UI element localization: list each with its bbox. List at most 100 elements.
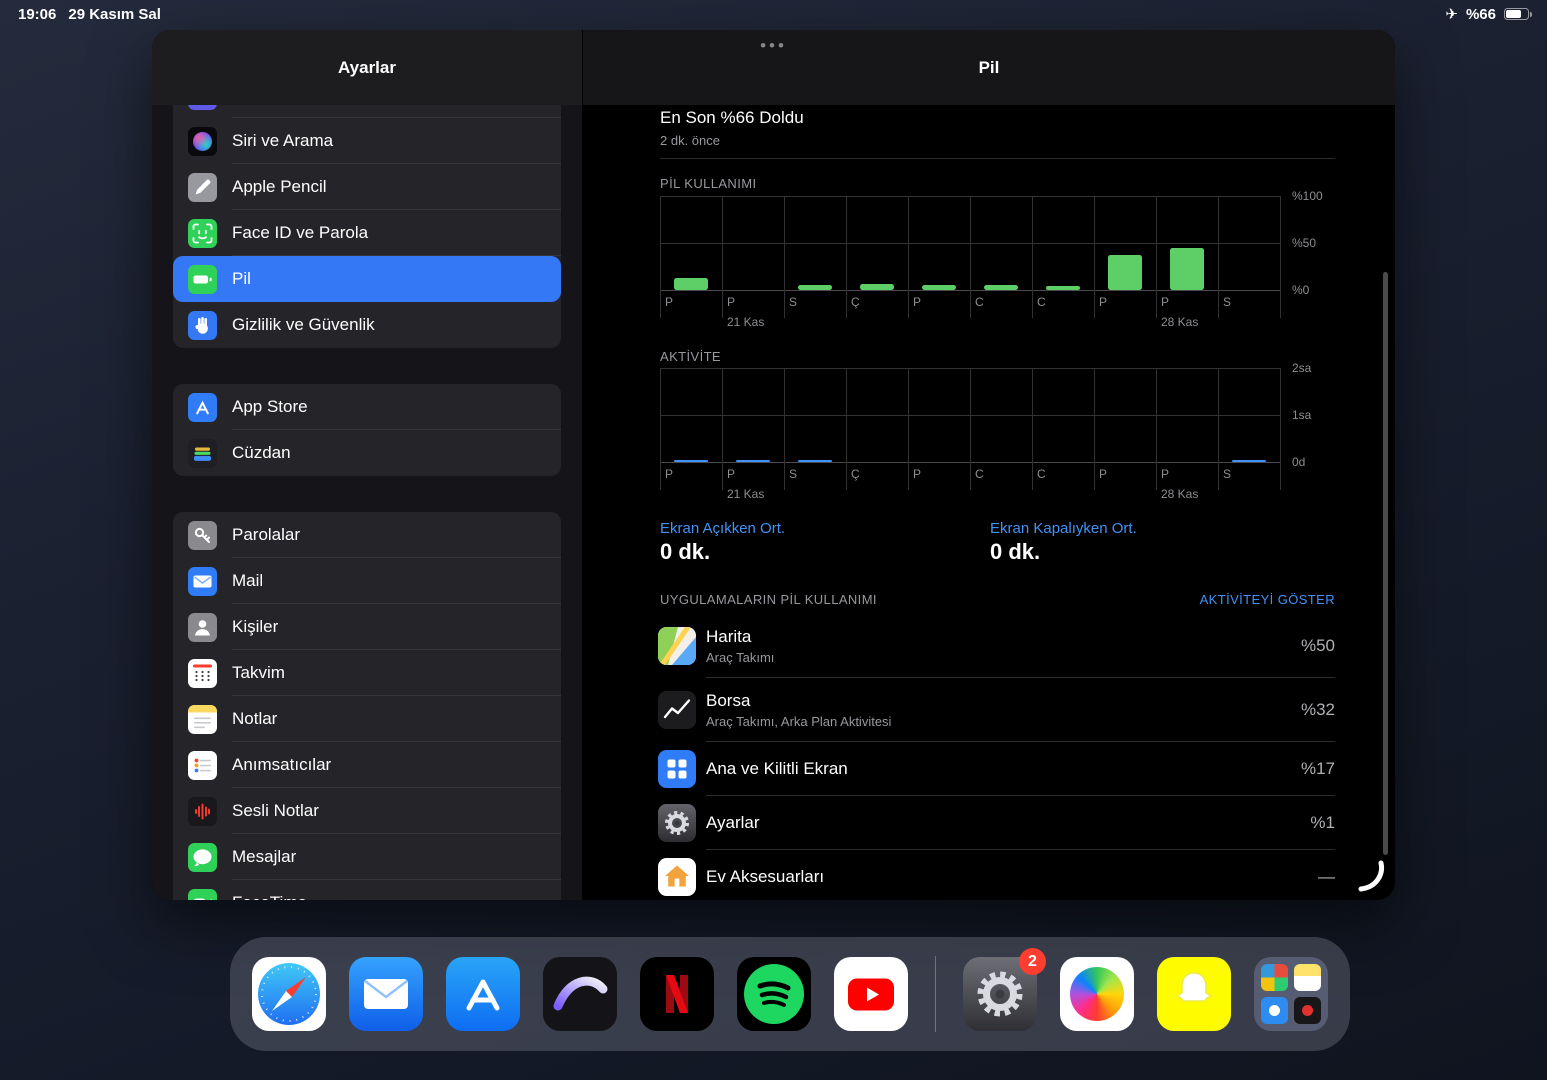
- sidebar-item-label: Cüzdan: [232, 443, 291, 462]
- screen-on-average-value: 0 dk.: [660, 539, 711, 564]
- sidebar-scroll[interactable]: Siri ve Arama Apple Pencil Face ID ve Pa…: [152, 105, 582, 900]
- ipad-screen: 19:06 29 Kasım Sal ✈ %66 ••• Ayarlar Sir…: [0, 0, 1547, 1080]
- sidebar-item-mesajlar[interactable]: Mesajlar: [173, 834, 561, 880]
- stocks-icon: [658, 691, 696, 729]
- sidebar-group-1: Siri ve Arama Apple Pencil Face ID ve Pa…: [173, 105, 561, 348]
- app-name: Ana ve Kilitli Ekran: [706, 759, 848, 778]
- app-detail: Araç Takımı: [706, 650, 775, 665]
- safari-icon[interactable]: [252, 957, 326, 1031]
- sidebar-item-siri-ve-arama[interactable]: Siri ve Arama: [173, 118, 561, 164]
- sidebar-item-gizlilik[interactable]: Gizlilik ve Güvenlik: [173, 302, 561, 348]
- sidebar-item-face-id[interactable]: Face ID ve Parola: [173, 210, 561, 256]
- sidebar-item-parolalar[interactable]: Parolalar: [173, 512, 561, 558]
- battery-usage-chart: P P S Ç P C C P P S 21 Kas 28 Kas %100 %50 %0: [660, 189, 1380, 346]
- sidebar-item-sesli-notlar[interactable]: Sesli Notlar: [173, 788, 561, 834]
- snapchat-icon[interactable]: [1157, 957, 1231, 1031]
- sidebar-item-apple-pencil[interactable]: Apple Pencil: [173, 164, 561, 210]
- youtube-icon[interactable]: [834, 957, 908, 1031]
- messages-icon: [188, 842, 217, 872]
- screen-off-average-value: 0 dk.: [990, 539, 1041, 564]
- app-usage-row-harita[interactable]: Harita Araç Takımı %50: [658, 614, 1335, 678]
- sidebar-item-kisiler[interactable]: Kişiler: [173, 604, 561, 650]
- app-usage-row-borsa[interactable]: Borsa Araç Takımı, Arka Plan Aktivitesi …: [658, 678, 1335, 742]
- privacy-hand-icon: [188, 310, 217, 340]
- sidebar-item-cuzdan[interactable]: Cüzdan: [173, 430, 561, 476]
- app-usage-row-ev[interactable]: Ev Aksesuarları —: [658, 850, 1335, 900]
- apps-usage-header: UYGULAMALARIN PİL KULLANIMI: [660, 592, 877, 607]
- battery-setting-icon: [188, 264, 217, 294]
- netflix-icon[interactable]: [640, 957, 714, 1031]
- folder-mini-app-1: [1261, 964, 1288, 991]
- sidebar-item-label: Kişiler: [232, 617, 279, 636]
- notification-badge: 2: [1019, 948, 1046, 975]
- multitask-indicator[interactable]: •••: [760, 36, 787, 56]
- app-store-setting-icon: [188, 392, 217, 422]
- app-usage-value: %32: [1300, 700, 1335, 719]
- app-store-icon[interactable]: [446, 957, 520, 1031]
- app-name: Ayarlar: [706, 813, 760, 832]
- app-usage-value: %1: [1310, 813, 1335, 832]
- folder-mini-app-2: [1294, 964, 1321, 991]
- sidebar-item-label: Pil: [232, 269, 251, 288]
- activity-header: AKTİVİTE: [660, 349, 721, 364]
- sidebar-item-takvim[interactable]: Takvim: [173, 650, 561, 696]
- status-right: ✈ %66: [1445, 5, 1532, 23]
- sidebar-item-mail[interactable]: Mail: [173, 558, 561, 604]
- sidebar-item-notlar[interactable]: Notlar: [173, 696, 561, 742]
- wallet-icon: [188, 438, 217, 468]
- scrollbar[interactable]: [1383, 272, 1388, 855]
- pencil-icon: [188, 172, 217, 202]
- sidebar-item-label: Sesli Notlar: [232, 801, 319, 820]
- sidebar-item-label: Gizlilik ve Güvenlik: [232, 315, 375, 334]
- sidebar-item-label: FaceTime: [232, 893, 307, 900]
- sidebar-item-pil[interactable]: Pil: [173, 256, 561, 302]
- battery-pane: Pil En Son %66 Doldu 2 dk. önce PİL KULL…: [583, 30, 1395, 900]
- contacts-icon: [188, 612, 217, 642]
- folder-mini-app-4: [1294, 997, 1321, 1024]
- home-app-icon: [658, 858, 696, 896]
- battery-icon: [1504, 8, 1532, 20]
- last-charge-title: En Son %66 Doldu: [660, 108, 804, 127]
- app-detail: Araç Takımı, Arka Plan Aktivitesi: [706, 714, 892, 729]
- sidebar-item-label: Face ID ve Parola: [232, 223, 369, 242]
- sidebar-item-label: Mesajlar: [232, 847, 297, 866]
- sidebar-item-label: Parolalar: [232, 525, 301, 544]
- sidebar-item-label: Mail: [232, 571, 264, 590]
- sidebar-item-label: Anımsatıcılar: [232, 755, 332, 774]
- sidebar-item-label: Apple Pencil: [232, 177, 327, 196]
- sidebar-group-3: Parolalar Mail Kişiler Takvim Notlar Anı…: [173, 512, 561, 900]
- battery-usage-header: PİL KULLANIMI: [660, 176, 757, 191]
- procreate-icon[interactable]: [543, 957, 617, 1031]
- voice-memos-icon: [188, 796, 217, 826]
- activity-chart: P P S Ç P C C P P S 21 Kas 28 Kas 2sa 1sa 0d: [660, 361, 1380, 518]
- siri-icon: [188, 126, 217, 156]
- notes-icon: [188, 704, 217, 734]
- app-folder-icon[interactable]: [1254, 957, 1328, 1031]
- sidebar-item-clipped[interactable]: [173, 105, 561, 118]
- mail-icon[interactable]: [349, 957, 423, 1031]
- sidebar-group-2: App Store Cüzdan: [173, 384, 561, 476]
- battery-usage-plot: P P S Ç P C C P P S 21 Kas 28 Kas %100 %50 %0: [660, 189, 1323, 346]
- app-name: Harita: [706, 627, 752, 646]
- app-usage-row-ayarlar[interactable]: Ayarlar %1: [658, 796, 1335, 850]
- dock: 2: [230, 937, 1350, 1051]
- app-usage-value: %17: [1300, 759, 1335, 778]
- scribble-mark: [1358, 860, 1385, 892]
- sidebar-item-app-store[interactable]: App Store: [173, 384, 561, 430]
- show-activity-link[interactable]: AKTİVİTEYİ GÖSTER: [1200, 592, 1335, 607]
- photos-icon[interactable]: [1060, 957, 1134, 1031]
- sidebar-item-facetime[interactable]: FaceTime: [173, 880, 561, 900]
- settings-window: ••• Ayarlar Siri ve Arama Apple Pencil F…: [152, 30, 1395, 900]
- mail-setting-icon: [188, 566, 217, 596]
- calendar-icon: [188, 658, 217, 688]
- spotify-icon[interactable]: [737, 957, 811, 1031]
- settings-icon[interactable]: 2: [963, 948, 1046, 1031]
- screen-off-average-label: Ekran Kapalıyken Ort.: [990, 520, 1137, 537]
- status-date: 29 Kasım Sal: [68, 5, 161, 23]
- sidebar-item-animsaticilar[interactable]: Anımsatıcılar: [173, 742, 561, 788]
- sidebar-item-label: App Store: [232, 397, 308, 416]
- divider: [660, 158, 1335, 159]
- status-left: 19:06 29 Kasım Sal: [18, 6, 161, 23]
- reminders-icon: [188, 750, 217, 780]
- app-usage-row-ana-ekran[interactable]: Ana ve Kilitli Ekran %17: [658, 742, 1335, 796]
